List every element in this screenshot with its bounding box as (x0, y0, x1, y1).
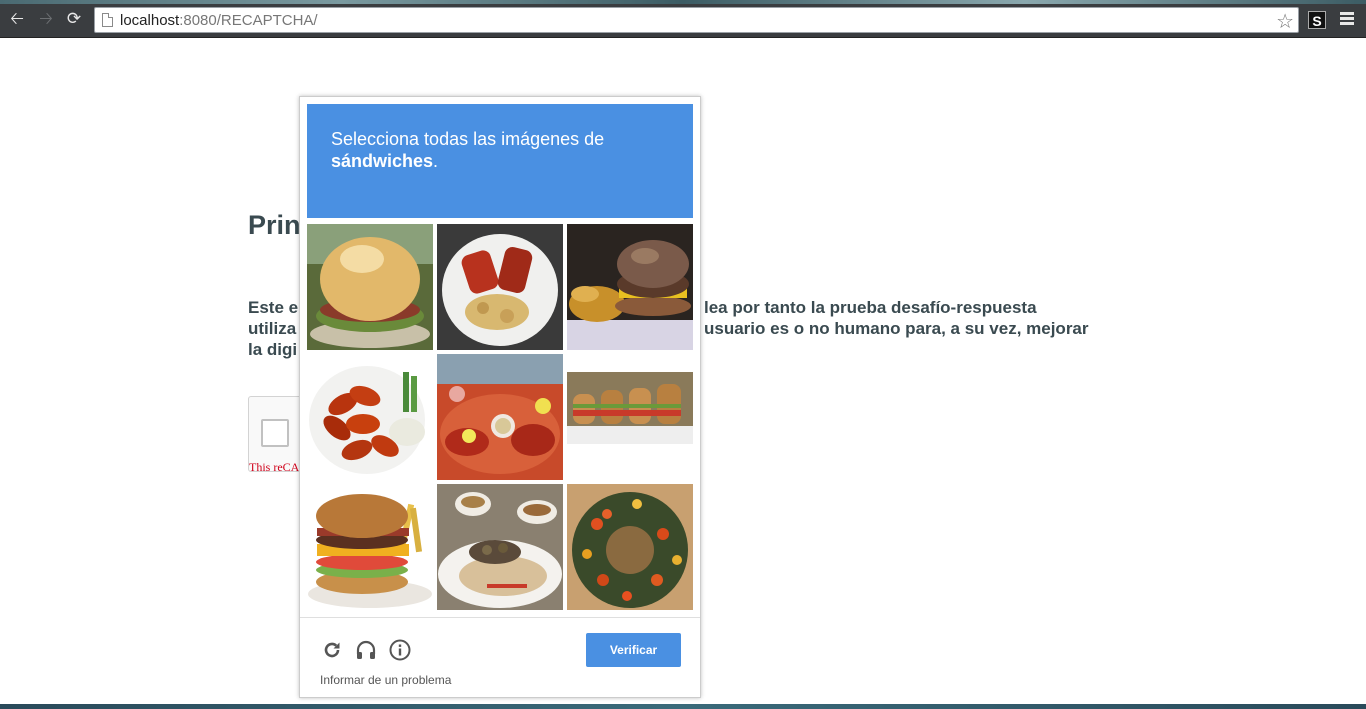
rice-plate-image[interactable] (437, 484, 563, 610)
bacon-cheeseburger-image[interactable] (307, 484, 433, 610)
burger-bun-image[interactable] (307, 224, 433, 350)
page-title: Prin (248, 210, 301, 240)
paragraph-fragment: usuario es o no humano para, a su vez, m… (704, 319, 1089, 338)
seafood-platter-image[interactable] (437, 354, 563, 480)
ribs-plate-image[interactable] (437, 224, 563, 350)
url-text[interactable]: localhost:8080/RECAPTCHA/ (120, 12, 318, 29)
menu-icon[interactable] (1340, 12, 1356, 26)
forward-arrow-icon[interactable]: 🡢 (36, 9, 56, 29)
star-icon[interactable]: ☆ (1276, 9, 1294, 33)
reload-icon[interactable]: ⟳ (64, 9, 84, 29)
instruction-keyword-line: sándwiches. (331, 150, 669, 172)
recaptcha-error-text: This reCA (249, 460, 300, 474)
tab-strip (0, 0, 1366, 4)
taskbar-edge (0, 704, 1366, 709)
paragraph-fragment: la digi (248, 340, 298, 359)
url-path: :8080/RECAPTCHA/ (179, 12, 318, 29)
chicken-wings-image[interactable] (307, 354, 433, 480)
verify-button[interactable]: Verificar (586, 633, 681, 667)
instruction-keyword: sándwiches (331, 151, 434, 171)
browser-toolbar: 🡠 🡢 ⟳ localhost:8080/RECAPTCHA/ ☆ S (0, 0, 1366, 38)
image-grid (307, 224, 693, 610)
reload-icon[interactable] (320, 638, 344, 662)
extension-button[interactable]: S (1308, 11, 1326, 29)
burger-fries-image[interactable] (567, 224, 693, 350)
sliders-image[interactable] (567, 354, 693, 480)
report-problem-link[interactable]: Informar de un problema (320, 673, 451, 687)
paragraph-fragment: Este e (248, 298, 299, 317)
page-icon (102, 13, 113, 27)
address-bar[interactable]: localhost:8080/RECAPTCHA/ ☆ (94, 7, 1299, 33)
instruction-period: . (433, 151, 439, 171)
recaptcha-checkbox[interactable] (261, 419, 289, 447)
challenge-header: Selecciona todas las imágenes de sándwic… (307, 104, 693, 218)
footer-divider (300, 617, 700, 618)
wreath-image[interactable] (567, 484, 693, 610)
headphones-icon[interactable] (354, 638, 378, 662)
back-arrow-icon[interactable]: 🡠 (7, 9, 27, 29)
url-host: localhost (120, 12, 180, 29)
recaptcha-challenge: Selecciona todas las imágenes de sándwic… (299, 96, 701, 698)
paragraph-fragment: utiliza (248, 319, 297, 338)
paragraph-fragment: lea por tanto la prueba desafío-respuest… (704, 298, 1037, 317)
info-icon[interactable] (388, 638, 412, 662)
instruction-text: Selecciona todas las imágenes de (331, 129, 605, 149)
